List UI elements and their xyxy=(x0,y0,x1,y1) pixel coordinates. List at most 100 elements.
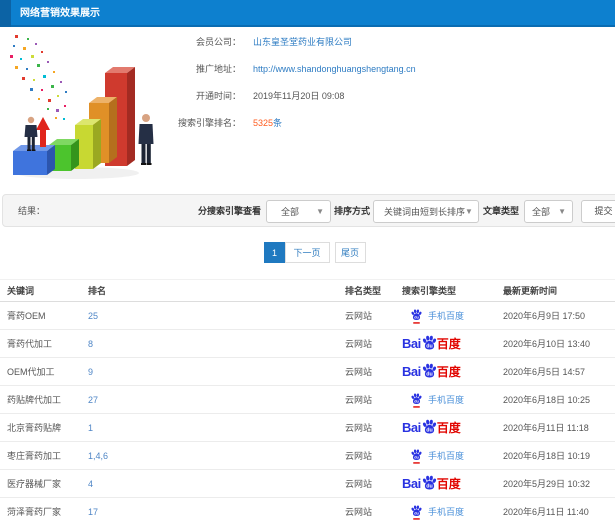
engine-cell: du 手机百度 Bai du 百度 xyxy=(402,504,503,520)
engine-cell: du 手机百度 Bai du 百度 xyxy=(402,308,503,324)
table-row: 菏泽膏药厂家 17 云网站 du 手机百度 Bai xyxy=(0,498,615,520)
keyword-cell: 北京膏药贴牌 xyxy=(7,423,62,433)
engine-cell: du 百度 Bai du 百度 xyxy=(402,335,503,352)
table-row: 北京膏药贴牌 1 云网站 du 百度 Bai xyxy=(0,414,615,442)
mobile-baidu-paw-icon: du xyxy=(411,504,422,520)
engine-cell: du 百度 Bai du 百度 xyxy=(402,475,503,492)
rank-type-cell: 云网站 xyxy=(345,479,373,489)
info-row: 会员公司： 山东皇圣堂药业有限公司 xyxy=(155,29,416,56)
svg-text:du: du xyxy=(426,344,432,350)
article-type-label: 文章类型 xyxy=(483,206,520,216)
ranking-count-suffix: 条 xyxy=(273,118,283,128)
last-page-button[interactable]: 尾页 xyxy=(334,242,366,263)
baidu-paw-icon: du xyxy=(422,363,436,378)
article-type-select[interactable]: 全部 ▼ xyxy=(524,200,573,223)
svg-text:du: du xyxy=(426,428,432,434)
rank-link[interactable]: 27 xyxy=(88,395,345,405)
rank-link[interactable]: 25 xyxy=(88,311,345,321)
member-company-link[interactable]: 山东皇圣堂药业有限公司 xyxy=(253,37,352,47)
sort-label: 排序方式 xyxy=(334,206,371,216)
mobile-baidu-logo: du 手机百度 xyxy=(402,448,464,464)
baidu-logo: Bai du 百度 xyxy=(402,475,461,491)
rank-link[interactable]: 1,4,6 xyxy=(88,451,345,461)
table-row: 医疗器械厂家 4 云网站 du 百度 Bai xyxy=(0,470,615,498)
engine-label: 手机百度 xyxy=(428,507,465,517)
svg-text:du: du xyxy=(414,511,419,515)
baidu-paw-icon: du xyxy=(422,419,436,434)
keyword-cell: 医疗器械厂家 xyxy=(7,479,62,489)
rank-type-cell: 云网站 xyxy=(345,451,373,461)
pagination: 1 下一页 尾页 xyxy=(0,242,615,263)
promo-url-link[interactable]: http://www.shandonghuangshengtang.cn xyxy=(253,64,416,74)
title-bar: 网络营销效果展示 xyxy=(0,0,615,27)
page-title: 网络营销效果展示 xyxy=(20,8,100,19)
header-rank-type: 排名类型 xyxy=(345,286,382,296)
open-time-value: 2019年11月20日 09:08 xyxy=(253,91,345,101)
header-engine-type: 搜索引擎类型 xyxy=(402,286,457,296)
keyword-cell: OEM代加工 xyxy=(7,367,55,377)
baidu-logo: Bai du 百度 xyxy=(402,363,461,379)
baidu-logo: Bai du 百度 xyxy=(402,419,461,435)
rank-link[interactable]: 8 xyxy=(88,339,345,349)
mobile-baidu-paw-icon: du xyxy=(411,448,422,464)
svg-text:du: du xyxy=(414,315,419,319)
rank-type-cell: 云网站 xyxy=(345,311,373,321)
mobile-baidu-paw-icon: du xyxy=(411,392,422,408)
header-keyword: 关键词 xyxy=(7,286,35,296)
member-company-label: 会员公司： xyxy=(195,37,241,47)
table-row: 药贴牌代加工 27 云网站 du 手机百度 Bai xyxy=(0,386,615,414)
svg-text:du: du xyxy=(426,372,432,378)
engine-select[interactable]: 全部 ▼ xyxy=(266,200,331,223)
header-updated: 最新更新时间 xyxy=(503,286,558,296)
ranking-count-label: 搜索引擎排名： xyxy=(177,118,241,128)
engine-cell: du 手机百度 Bai du 百度 xyxy=(402,448,503,464)
updated-time-cell: 2020年6月10日 13:40 xyxy=(503,339,591,349)
rank-type-cell: 云网站 xyxy=(345,423,373,433)
rank-type-cell: 云网站 xyxy=(345,395,373,405)
result-label: 结果： xyxy=(18,206,46,216)
rank-type-cell: 云网站 xyxy=(345,367,373,377)
ranking-count-value: 5325 xyxy=(253,118,274,128)
results-table: 关键词 排名 排名类型 搜索引擎类型 最新更新时间 膏药OEM 25 云网站 d… xyxy=(0,279,615,520)
info-row: 开通时间： 2019年11月20日 09:08 xyxy=(155,83,416,110)
submit-button[interactable]: 提交 xyxy=(581,200,615,223)
engine-cell: du 百度 Bai du 百度 xyxy=(402,363,503,380)
rank-link[interactable]: 17 xyxy=(88,507,345,517)
title-bar-accent xyxy=(0,0,11,27)
baidu-logo: Bai du 百度 xyxy=(402,335,461,351)
updated-time-cell: 2020年6月18日 10:25 xyxy=(503,395,591,405)
svg-text:du: du xyxy=(414,455,419,459)
confetti-dots xyxy=(10,35,67,120)
engine-label: 手机百度 xyxy=(428,451,465,461)
mobile-baidu-logo: du 手机百度 xyxy=(402,392,464,408)
table-row: 膏药代加工 8 云网站 du 百度 Bai xyxy=(0,330,615,358)
sort-select[interactable]: 关键词由短到长排序 ▼ xyxy=(373,200,479,223)
page-current[interactable]: 1 xyxy=(263,242,286,263)
rank-type-cell: 云网站 xyxy=(345,339,373,349)
updated-time-cell: 2020年6月9日 17:50 xyxy=(503,311,586,321)
mobile-baidu-logo: du 手机百度 xyxy=(402,504,464,520)
engine-label: 手机百度 xyxy=(428,311,465,321)
rank-link[interactable]: 1 xyxy=(88,423,345,433)
updated-time-cell: 2020年6月11日 11:18 xyxy=(503,423,589,433)
up-arrow xyxy=(36,117,50,147)
rank-link[interactable]: 4 xyxy=(88,479,345,489)
keyword-cell: 枣庄膏药加工 xyxy=(7,451,62,461)
marketing-chart-image xyxy=(5,33,165,185)
rank-link[interactable]: 9 xyxy=(88,367,345,377)
company-info: 会员公司： 山东皇圣堂药业有限公司 推广地址： http://www.shandon… xyxy=(155,29,416,137)
engine-label: 手机百度 xyxy=(428,395,465,405)
table-row: OEM代加工 9 云网站 du 百度 Bai xyxy=(0,358,615,386)
engine-cell: du 百度 Bai du 百度 xyxy=(402,419,503,436)
baidu-paw-icon: du xyxy=(422,335,436,350)
businessman-right xyxy=(138,114,154,165)
info-section: 会员公司： 山东皇圣堂药业有限公司 推广地址： http://www.shandon… xyxy=(0,27,615,194)
svg-text:du: du xyxy=(414,399,419,403)
engine-cell: du 手机百度 Bai du 百度 xyxy=(402,392,503,408)
next-page-button[interactable]: 下一页 xyxy=(284,242,330,263)
info-row: 推广地址： http://www.shandonghuangshengtang.c… xyxy=(155,56,416,83)
filter-bar: 结果： 分搜索引擎查看 全部 ▼ 排序方式 关键词由短到长排序 ▼ 文章类型 全部 ▼… xyxy=(2,194,615,227)
updated-time-cell: 2020年6月11日 11:40 xyxy=(503,507,589,517)
promo-url-label: 推广地址： xyxy=(195,64,241,74)
table-header-row: 关键词 排名 排名类型 搜索引擎类型 最新更新时间 xyxy=(0,280,615,302)
